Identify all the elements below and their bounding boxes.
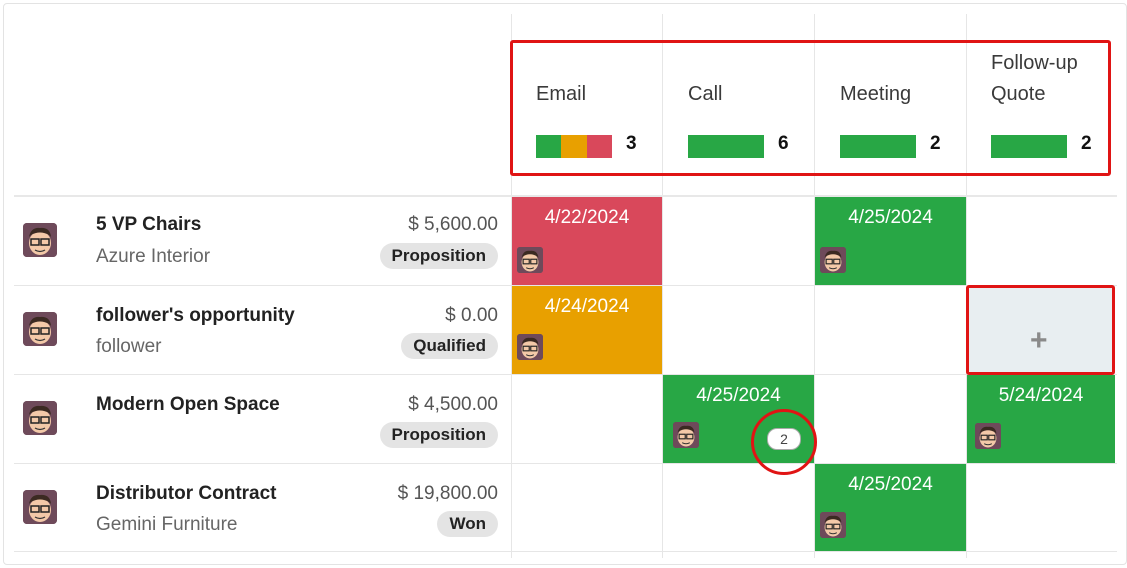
- user-avatar-icon: [23, 312, 57, 346]
- record-amount: $ 4,500.00: [408, 394, 498, 415]
- row-divider: [14, 551, 1117, 552]
- record-title[interactable]: follower's opportunity: [96, 305, 295, 327]
- activity-cell-planned[interactable]: 4/25/2024: [815, 197, 966, 285]
- activity-date: 4/22/2024: [544, 207, 630, 228]
- record-customer: Azure Interior: [96, 246, 211, 267]
- activity-date: 4/25/2024: [848, 207, 933, 228]
- user-avatar-icon: [975, 423, 1001, 449]
- stage-badge: Qualified: [401, 333, 498, 359]
- user-avatar-icon: [23, 401, 57, 435]
- highlight-empty-cell: [966, 285, 1115, 375]
- user-avatar-icon: [673, 422, 699, 448]
- stage-badge: Proposition: [379, 422, 498, 448]
- user-avatar-icon: [23, 490, 57, 524]
- user-avatar-icon: [23, 223, 57, 257]
- record-amount: $ 5,600.00: [408, 214, 498, 235]
- activity-cell-planned[interactable]: 5/24/2024: [967, 375, 1115, 463]
- record-title[interactable]: Modern Open Space: [96, 394, 280, 416]
- stage-badge: Proposition: [379, 243, 498, 269]
- activity-date: 4/25/2024: [848, 474, 933, 495]
- user-avatar-icon: [517, 334, 543, 360]
- record-title[interactable]: Distributor Contract: [96, 483, 277, 505]
- activity-date: 5/24/2024: [998, 385, 1084, 406]
- record-amount: $ 19,800.00: [397, 483, 498, 504]
- user-avatar-icon: [517, 247, 543, 273]
- activity-date: 4/24/2024: [544, 296, 630, 317]
- record-customer: Gemini Furniture: [96, 514, 238, 535]
- highlight-count-badge: [751, 409, 817, 475]
- highlight-column-headers: [510, 40, 1111, 176]
- row-divider: [14, 374, 1117, 375]
- record-title[interactable]: 5 VP Chairs: [96, 214, 201, 236]
- user-avatar-icon: [820, 512, 846, 538]
- activity-date: 4/25/2024: [696, 385, 781, 406]
- stage-badge: Won: [437, 511, 498, 537]
- activity-cell-today[interactable]: 4/24/2024: [512, 286, 662, 374]
- activity-cell-planned[interactable]: 4/25/2024: [815, 464, 966, 551]
- record-amount: $ 0.00: [445, 305, 498, 326]
- user-avatar-icon: [820, 247, 846, 273]
- activity-cell-overdue[interactable]: 4/22/2024: [512, 197, 662, 285]
- record-customer: follower: [96, 336, 162, 357]
